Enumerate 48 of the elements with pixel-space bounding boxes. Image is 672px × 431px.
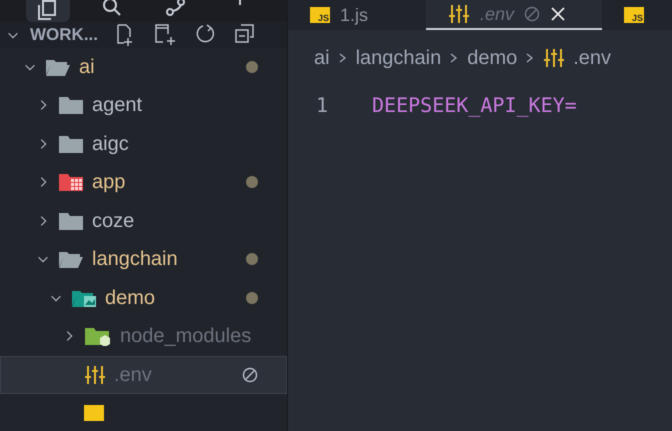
js-file-icon: JS xyxy=(310,7,330,23)
item-name: demo xyxy=(105,286,156,311)
item-name: app xyxy=(92,170,126,196)
item-name: coze xyxy=(92,208,134,234)
tree-item[interactable]: demo xyxy=(0,278,287,317)
open-folder-icon xyxy=(58,249,84,270)
line-number: 1 xyxy=(314,92,329,119)
tree-item[interactable]: agent xyxy=(0,86,287,124)
item-name: node_modules xyxy=(120,324,252,350)
item-name: aigc xyxy=(92,132,129,157)
sliders-icon xyxy=(84,364,106,385)
tree-item[interactable]: langchain xyxy=(0,240,287,278)
editor-tab[interactable]: JS 1.js xyxy=(288,0,426,30)
chevron-right-icon xyxy=(449,52,460,64)
activity-button[interactable] xyxy=(26,0,70,22)
item-name: .env xyxy=(114,362,152,388)
tree-item[interactable]: app xyxy=(0,163,287,202)
editor-tab[interactable]: JS xyxy=(602,0,672,30)
js-file-icon xyxy=(84,405,104,422)
folder-icon xyxy=(58,210,84,231)
tree-item[interactable]: coze xyxy=(0,202,287,240)
sliders-icon xyxy=(543,48,566,68)
breadcrumb-item[interactable]: ai xyxy=(314,43,330,73)
js-file-icon: JS xyxy=(624,7,644,23)
tree-item[interactable]: ai xyxy=(0,48,287,86)
explorer-title: WORK... xyxy=(30,24,98,46)
new-folder-icon[interactable] xyxy=(154,24,178,46)
sliders-icon xyxy=(448,4,470,24)
chevron-right-icon xyxy=(525,52,536,64)
item-name: agent xyxy=(92,93,142,118)
folder-icon xyxy=(58,95,84,116)
breadcrumb-item[interactable]: .env xyxy=(573,43,612,73)
breadcrumb-item[interactable]: demo xyxy=(467,43,518,73)
chevron-right-icon xyxy=(338,52,348,64)
blocked-icon xyxy=(242,366,258,383)
tree-item[interactable]: aigc xyxy=(0,124,287,163)
code-line: DEEPSEEK_API_KEY= xyxy=(372,92,577,119)
node-folder-icon xyxy=(84,326,112,346)
grid-folder-icon xyxy=(58,172,84,192)
close-icon[interactable] xyxy=(550,6,566,22)
source-control-icon xyxy=(165,0,187,18)
breadcrumb-item[interactable]: langchain xyxy=(356,43,442,73)
files-icon xyxy=(37,0,59,20)
folder-icon xyxy=(58,134,84,154)
blocked-icon xyxy=(524,6,540,22)
item-name: langchain xyxy=(92,247,178,272)
item-name: ai xyxy=(79,54,95,80)
search-icon xyxy=(101,0,123,18)
